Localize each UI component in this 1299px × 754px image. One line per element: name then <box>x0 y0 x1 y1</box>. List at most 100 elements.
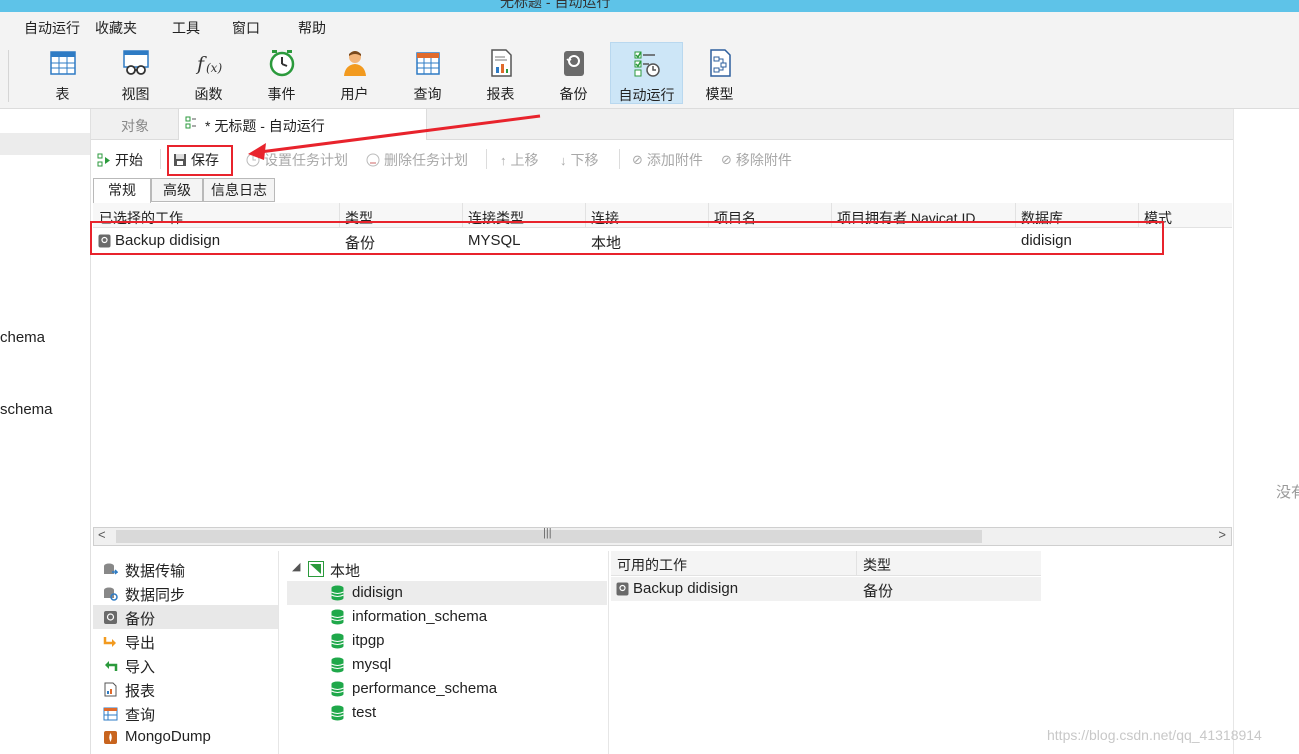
database-icon <box>331 633 344 649</box>
menu-favorites[interactable]: 收藏夹 <box>95 18 137 38</box>
menu-window[interactable]: 窗口 <box>232 18 260 38</box>
export-icon <box>103 637 116 647</box>
database-icon <box>331 681 344 697</box>
report-icon <box>104 682 117 697</box>
subtab-general[interactable]: 常规 <box>93 178 151 203</box>
available-jobs-grid: 可用的工作 类型 Backup didisign 备份 <box>611 551 1233 754</box>
tree-node-database[interactable]: test <box>287 701 607 725</box>
subtab-message-log[interactable]: 信息日志 <box>203 178 275 202</box>
svg-text:(x): (x) <box>206 61 222 75</box>
column-header[interactable]: 可用的工作 <box>617 555 687 575</box>
menu-auto-run[interactable]: 自动运行 <box>24 18 80 38</box>
ribbon-report-button[interactable]: 报表 <box>464 42 537 104</box>
ribbon-user-button[interactable]: 用户 <box>318 42 391 104</box>
tree-node-database[interactable]: itpgp <box>287 629 607 653</box>
table-icon <box>49 51 76 75</box>
start-button[interactable]: 开始 <box>97 150 143 170</box>
list-item-export[interactable]: 导出 <box>93 629 278 653</box>
ribbon-label: 报表 <box>486 86 515 102</box>
automation-tab-icon <box>185 116 196 129</box>
ribbon-function-button[interactable]: f (x) 函数 <box>172 42 245 104</box>
ribbon-event-button[interactable]: 事件 <box>245 42 318 104</box>
tree-node-database[interactable]: information_schema <box>287 605 607 629</box>
database-icon <box>331 609 344 625</box>
view-icon <box>122 50 149 75</box>
window-title: 无标题 - 自动运行 <box>500 0 611 10</box>
list-item-data-sync[interactable]: 数据同步 <box>93 581 278 605</box>
list-item-data-transfer[interactable]: 数据传输 <box>93 557 278 581</box>
ribbon-label: 自动运行 <box>618 87 675 103</box>
tab-objects-label: 对象 <box>121 118 149 134</box>
automation-icon <box>634 51 660 77</box>
list-item-label: 备份 <box>125 611 156 628</box>
ribbon-label: 事件 <box>267 86 296 102</box>
move-down-button[interactable]: ↓ 下移 <box>560 150 599 170</box>
scroll-left-icon[interactable]: < <box>98 527 106 542</box>
data-transfer-icon <box>104 563 118 575</box>
database-label: information_schema <box>352 608 488 625</box>
tree-node-database[interactable]: performance_schema <box>287 677 607 701</box>
model-icon <box>709 49 731 77</box>
tree-node-database[interactable]: mysql <box>287 653 607 677</box>
user-icon <box>343 51 366 76</box>
ribbon-label: 模型 <box>705 86 734 102</box>
add-attachment-label: 添加附件 <box>646 152 703 168</box>
data-sync-icon <box>104 587 118 601</box>
arrow-down-icon: ↓ <box>560 152 567 168</box>
database-label: didisign <box>352 584 403 601</box>
ribbon-automation-button[interactable]: 自动运行 <box>610 42 683 104</box>
list-item-label: 导出 <box>125 635 156 652</box>
toolbar-separator <box>160 149 161 169</box>
database-icon <box>331 585 344 601</box>
info-pane-empty-text: 没有 <box>1276 484 1299 501</box>
collapse-icon[interactable]: ◢ <box>292 560 300 573</box>
menu-help[interactable]: 帮助 <box>298 18 326 38</box>
add-attachment-button[interactable]: ⊘ 添加附件 <box>632 150 703 170</box>
ribbon-backup-button[interactable]: 备份 <box>537 42 610 104</box>
database-label: performance_schema <box>352 680 498 697</box>
paperclip-icon: ⊘ <box>632 152 643 167</box>
list-item-backup[interactable]: 备份 <box>93 605 278 629</box>
remove-attachment-label: 移除附件 <box>735 152 792 168</box>
ribbon-label: 查询 <box>413 86 442 102</box>
scroll-right-icon[interactable]: > <box>1218 527 1226 542</box>
ribbon-table-button[interactable]: 表 <box>26 42 99 104</box>
ribbon-model-button[interactable]: 模型 <box>683 42 756 104</box>
list-item-import[interactable]: 导入 <box>93 653 278 677</box>
tree-node-connection[interactable]: ◢ 本地 <box>287 557 607 581</box>
tree-item-fragment[interactable]: schema <box>0 401 53 418</box>
ribbon-label: 函数 <box>194 86 223 102</box>
ribbon-toolbar: 表 视图 f (x) 函数 事件 用户 查询 报表 备份 自动运行 模型 <box>0 42 1299 109</box>
report-icon <box>490 49 512 77</box>
ribbon-view-button[interactable]: 视图 <box>99 42 172 104</box>
mongodump-icon <box>104 731 117 744</box>
list-item-label: 报表 <box>125 683 156 700</box>
mysql-connection-icon <box>308 561 324 577</box>
query-icon <box>103 707 118 721</box>
scrollbar-grip-icon: ||| <box>543 527 552 539</box>
available-jobs-header: 可用的工作 类型 <box>611 551 1041 576</box>
backup-job-icon <box>616 582 629 596</box>
event-clock-icon <box>269 50 294 77</box>
ribbon-query-button[interactable]: 查询 <box>391 42 464 104</box>
menu-bar: 自动运行 收藏夹 工具 窗口 帮助 <box>0 12 1299 42</box>
list-item-report[interactable]: 报表 <box>93 677 278 701</box>
database-icon <box>331 705 344 721</box>
cell-type: 备份 <box>863 583 894 600</box>
start-icon <box>97 153 110 166</box>
tab-objects[interactable]: 对象 <box>91 109 177 139</box>
info-pane: 没有 <box>1233 109 1299 754</box>
list-item-label: 查询 <box>125 707 156 724</box>
table-row[interactable]: Backup didisign 备份 <box>611 577 1041 601</box>
remove-attachment-button[interactable]: ⊘ 移除附件 <box>721 150 792 170</box>
horizontal-scrollbar[interactable]: < ||| > <box>93 527 1232 546</box>
list-item-query[interactable]: 查询 <box>93 701 278 725</box>
tree-item-fragment[interactable]: chema <box>0 329 45 346</box>
column-header[interactable]: 类型 <box>863 555 891 575</box>
tree-node-database[interactable]: didisign <box>287 581 607 605</box>
job-type-list: 数据传输 数据同步 备份 导出 导入 报表 查询 MongoDump <box>93 551 279 754</box>
list-item-mongodump[interactable]: MongoDump <box>93 725 278 749</box>
menu-tools[interactable]: 工具 <box>172 18 200 38</box>
subtab-advanced[interactable]: 高级 <box>151 178 203 202</box>
ribbon-label: 视图 <box>121 86 150 102</box>
